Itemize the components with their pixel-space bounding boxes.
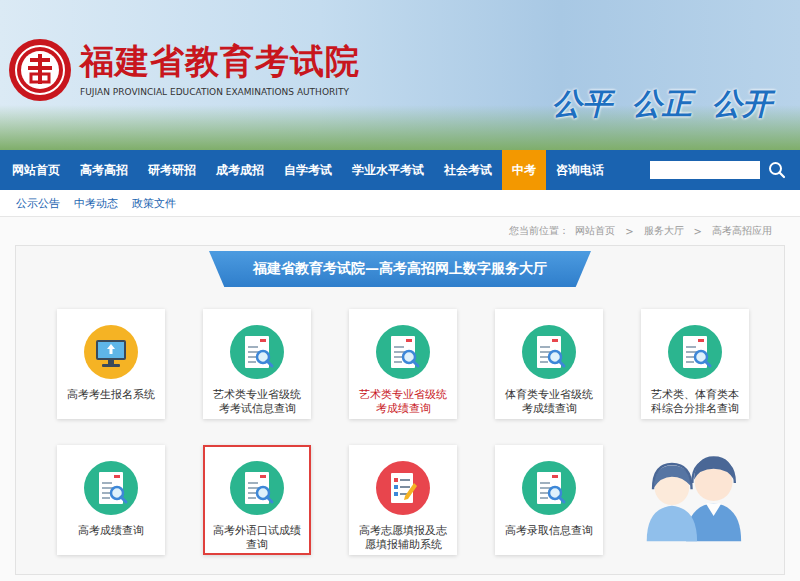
service-tile[interactable]: 艺术类专业省级统考成绩查询 — [349, 309, 457, 419]
nav-item[interactable]: 学业水平考试 — [342, 150, 434, 190]
page: 福建省教育考试院 FUJIAN PROVINCIAL EDUCATION EXA… — [0, 0, 800, 581]
score-sheet-icon — [376, 325, 430, 379]
breadcrumb-item[interactable]: 网站首页 — [575, 224, 615, 238]
nav-item[interactable]: 高考高招 — [70, 150, 138, 190]
breadcrumb-separator: > — [694, 226, 702, 237]
customer-service-icon — [631, 425, 749, 555]
score-sheet-icon — [230, 461, 284, 515]
sub-nav-item[interactable]: 政策文件 — [132, 196, 176, 211]
panel-title: 福建省教育考试院—高考高招网上数字服务大厅 — [209, 251, 591, 287]
nav-item[interactable]: 成考成招 — [206, 150, 274, 190]
nav-item[interactable]: 社会考试 — [434, 150, 502, 190]
score-sheet-icon — [522, 325, 576, 379]
nav-item[interactable]: 自学考试 — [274, 150, 342, 190]
sub-nav-item[interactable]: 中考动态 — [74, 196, 118, 211]
main-nav: 网站首页高考高招研考研招成考成招自学考试学业水平考试社会考试中考咨询电话 — [0, 150, 800, 190]
form-icon — [376, 461, 430, 515]
nav-item[interactable]: 研考研招 — [138, 150, 206, 190]
nav-item[interactable]: 网站首页 — [2, 150, 70, 190]
slogan-word: 公平 — [552, 84, 612, 125]
magnifier-icon[interactable] — [768, 161, 786, 179]
header: 福建省教育考试院 FUJIAN PROVINCIAL EDUCATION EXA… — [0, 0, 800, 150]
service-tile[interactable]: 高考成绩查询 — [57, 445, 165, 555]
slogan-word: 公开 — [712, 84, 772, 125]
slogan-word: 公正 — [632, 84, 692, 125]
service-tile[interactable]: 体育类专业省级统考成绩查询 — [495, 309, 603, 419]
service-tile[interactable]: 高考录取信息查询 — [495, 445, 603, 555]
service-tile[interactable]: 艺术类专业省级统考考试信息查询 — [203, 309, 311, 419]
tile-label: 高考考生报名系统 — [67, 387, 155, 401]
slogan: 公平公正公开 — [552, 84, 772, 125]
breadcrumb-prefix: 您当前位置： — [509, 224, 569, 238]
tile-label: 艺术类、体育类本科综合分排名查询 — [646, 387, 744, 415]
service-tile[interactable]: 高考外语口试成绩查询 — [203, 445, 311, 555]
nav-item[interactable]: 咨询电话 — [546, 150, 614, 190]
tile-label: 艺术类专业省级统考成绩查询 — [354, 387, 452, 415]
breadcrumb-item[interactable]: 高考高招应用 — [712, 224, 772, 238]
site-title: 福建省教育考试院 — [80, 43, 360, 80]
breadcrumb-item[interactable]: 服务大厅 — [644, 224, 684, 238]
tile-label: 体育类专业省级统考成绩查询 — [500, 387, 598, 415]
score-sheet-icon — [230, 325, 284, 379]
breadcrumb: 您当前位置： 网站首页 > 服务大厅 > 高考高招应用 — [0, 217, 800, 245]
sub-nav: 公示公告中考动态政策文件 — [0, 190, 800, 217]
sub-nav-item[interactable]: 公示公告 — [16, 196, 60, 211]
tile-label: 高考录取信息查询 — [505, 523, 593, 537]
tile-label: 高考成绩查询 — [78, 523, 144, 537]
tile-label: 艺术类专业省级统考考试信息查询 — [208, 387, 306, 415]
tile-label: 高考志愿填报及志愿填报辅助系统 — [354, 523, 452, 551]
search-input[interactable] — [650, 161, 760, 179]
breadcrumb-separator: > — [625, 226, 633, 237]
service-art — [631, 445, 749, 555]
score-sheet-icon — [668, 325, 722, 379]
emblem-icon — [8, 38, 72, 102]
score-sheet-icon — [522, 461, 576, 515]
service-tile[interactable]: 高考志愿填报及志愿填报辅助系统 — [349, 445, 457, 555]
tile-grid: 高考考生报名系统 艺术类专业省级统考考试信息查询 艺术类专业省级统考成绩查询 体… — [16, 287, 784, 555]
monitor-icon — [84, 325, 138, 379]
nav-item[interactable]: 中考 — [502, 150, 546, 190]
score-sheet-icon — [84, 461, 138, 515]
service-tile[interactable]: 高考考生报名系统 — [57, 309, 165, 419]
tile-label: 高考外语口试成绩查询 — [208, 523, 306, 551]
search — [650, 150, 800, 190]
service-panel: 福建省教育考试院—高考高招网上数字服务大厅 高考考生报名系统 艺术类专业省级统考… — [15, 245, 785, 575]
site-subtitle: FUJIAN PROVINCIAL EDUCATION EXAMINATIONS… — [80, 87, 360, 97]
service-tile[interactable]: 艺术类、体育类本科综合分排名查询 — [641, 309, 749, 419]
brand[interactable]: 福建省教育考试院 FUJIAN PROVINCIAL EDUCATION EXA… — [8, 38, 360, 102]
